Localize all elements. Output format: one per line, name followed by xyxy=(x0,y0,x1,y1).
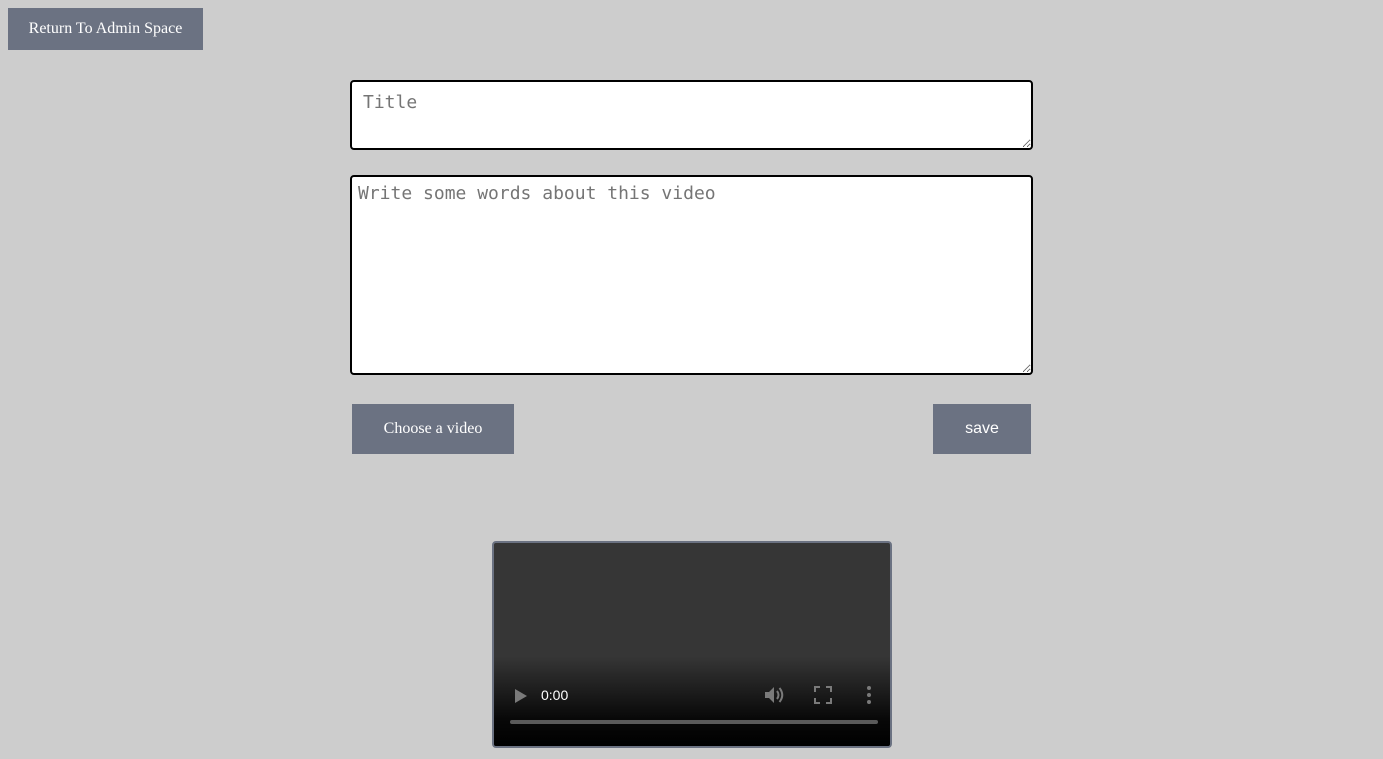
progress-bar[interactable] xyxy=(510,720,878,724)
more-vertical-icon[interactable] xyxy=(866,685,872,705)
page: Return To Admin Space Choose a video sav… xyxy=(0,0,1383,759)
description-field[interactable] xyxy=(350,175,1033,375)
current-time: 0:00 xyxy=(541,687,569,703)
choose-video-button[interactable]: Choose a video xyxy=(352,404,514,454)
fullscreen-icon[interactable] xyxy=(814,686,832,704)
play-icon[interactable] xyxy=(512,688,528,704)
save-button[interactable]: save xyxy=(933,404,1031,454)
video-player[interactable]: 0:00 xyxy=(492,541,892,748)
return-to-admin-button[interactable]: Return To Admin Space xyxy=(8,8,203,50)
title-field[interactable] xyxy=(350,80,1033,150)
volume-icon[interactable] xyxy=(764,685,786,705)
